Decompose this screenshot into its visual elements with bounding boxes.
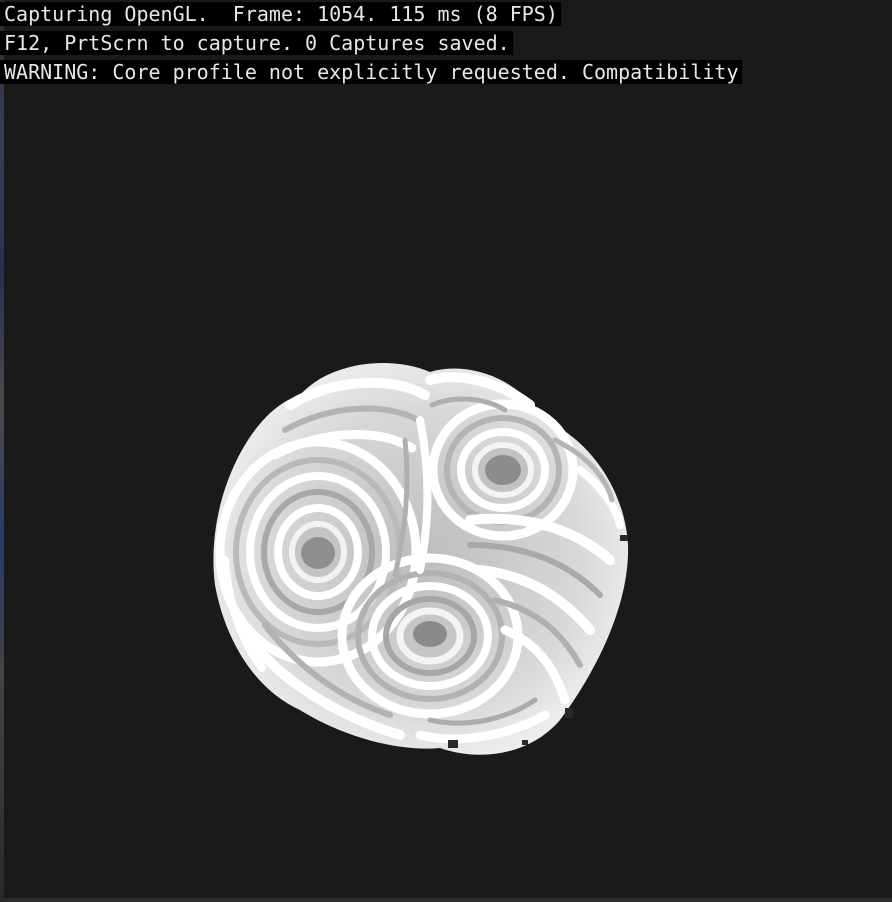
overlay-capture-hint-line: F12, PrtScrn to capture. 0 Captures save… <box>0 29 742 58</box>
capture-overlay: Capturing OpenGL. Frame: 1054. 115 ms (8… <box>0 0 742 87</box>
rendered-blob-scene <box>213 363 629 755</box>
overlay-status-line: Capturing OpenGL. Frame: 1054. 115 ms (8… <box>0 0 742 29</box>
opengl-render-viewport: Capturing OpenGL. Frame: 1054. 115 ms (8… <box>0 0 892 902</box>
overlay-warning-line: WARNING: Core profile not explicitly req… <box>0 58 742 87</box>
